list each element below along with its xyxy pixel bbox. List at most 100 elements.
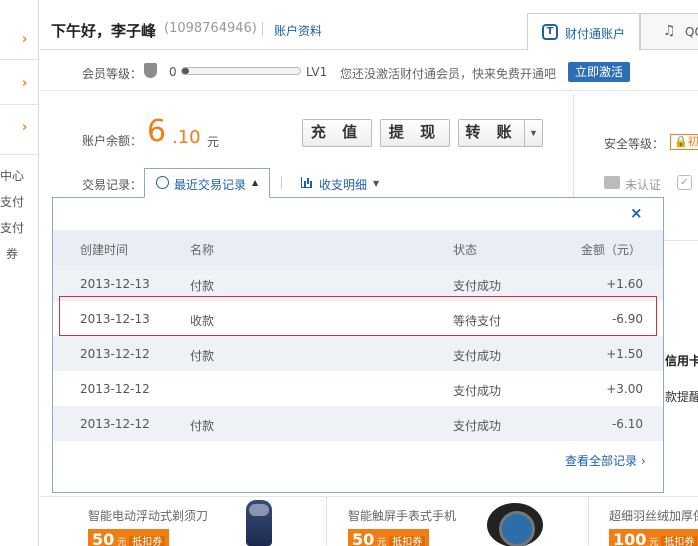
activate-button[interactable]: 立即激活 [568, 62, 630, 82]
chevron-right-icon[interactable]: › [22, 120, 27, 135]
balance-integer: 6 [147, 114, 167, 149]
table-row[interactable]: 2013-12-12 付款 支付成功 -6.10 [53, 406, 663, 441]
row-date: 2013-12-13 [80, 277, 150, 291]
row-name: 收款 [190, 314, 215, 328]
divider [281, 176, 282, 189]
member-level-row: 会员等级： 0 LV1 您还没激活财付通会员，快来免费开通吧 立即激活 [40, 51, 698, 91]
promo-price: 50 [92, 530, 115, 546]
table-row[interactable]: 2013-12-13 付款 支付成功 +1.60 [53, 266, 663, 301]
promo-price: 50 [352, 530, 375, 546]
divider [0, 154, 38, 155]
row-status: 支付成功 [453, 279, 502, 293]
divider [573, 95, 574, 205]
qq-icon: ♫ [663, 23, 676, 39]
promotions-bar: 智能电动浮动式剃须刀 50 元抵扣券 智能触屏手表式手机 50 元抵扣券 超细羽丝绒… [40, 496, 698, 546]
balance-decimal: .10 [172, 127, 201, 148]
transfer-button[interactable]: 转 账 [458, 119, 525, 147]
promo-item[interactable]: 智能触屏手表式手机 50 元抵扣券 [348, 497, 608, 546]
watch-phone-image[interactable] [487, 503, 543, 546]
tab-qq[interactable]: ♫ QQ [640, 13, 698, 50]
row-name: 付款 [190, 279, 215, 293]
greeting-text: 下午好，李子峰 [51, 22, 157, 40]
sidebar-item[interactable]: 中心 [0, 167, 38, 184]
promo-unit: 元 [649, 538, 659, 546]
withdraw-button[interactable]: 提 现 [380, 119, 450, 147]
auth-status[interactable]: 未认证 [625, 176, 661, 193]
close-icon[interactable]: × [630, 204, 643, 222]
records-label: 交易记录： [82, 178, 143, 192]
divider [0, 59, 38, 60]
row-status: 支付成功 [453, 384, 502, 398]
row-amount: -6.10 [611, 417, 643, 431]
security-level-label: 安全等级： [604, 137, 665, 151]
table-row[interactable]: 2013-12-12 付款 支付成功 +1.50 [53, 336, 663, 371]
promo-coupon: 抵扣券 [389, 536, 426, 546]
promo-price-badge[interactable]: 100 元抵扣券 [609, 529, 698, 546]
caret-down-icon[interactable]: ▼ [373, 179, 379, 188]
table-header: 创建时间 名称 状态 金额（元） [53, 230, 663, 266]
table-row[interactable]: 2013-12-13 收款 等待支付 -6.90 [53, 301, 663, 336]
promo-title[interactable]: 超细羽丝绒加厚保 [609, 507, 698, 524]
id-card-icon [604, 176, 620, 189]
transfer-dropdown-icon[interactable]: ▼ [524, 119, 543, 147]
security-level-value: 初 [687, 135, 698, 148]
shaver-image[interactable] [246, 500, 272, 546]
row-name: 付款 [190, 419, 215, 433]
tab-label: 最近交易记录 [174, 178, 247, 192]
promo-price-badge[interactable]: 50 元抵扣券 [348, 529, 430, 546]
tab-income-expense[interactable]: 收支明细 [319, 176, 367, 193]
sidebar-item[interactable]: 券 [6, 245, 44, 262]
row-amount: +1.50 [606, 347, 643, 361]
promo-price-badge[interactable]: 50 元抵扣券 [88, 529, 170, 546]
level-progress-fill [182, 68, 190, 74]
promo-price: 100 [613, 530, 647, 546]
promo-unit: 元 [377, 538, 387, 546]
divider [664, 240, 698, 241]
tab-label: 财付通账户 [565, 27, 626, 41]
level-progress-bar [181, 67, 301, 75]
row-date: 2013-12-12 [80, 382, 150, 396]
promo-title[interactable]: 智能电动浮动式剃须刀 [88, 507, 208, 524]
row-amount: -6.90 [611, 312, 643, 326]
column-header-status: 状态 [453, 243, 478, 257]
left-sidebar: › › › 中心 支付 支付 券 [0, 0, 39, 546]
shield-icon [144, 63, 157, 78]
sidebar-item[interactable]: 支付 [0, 219, 38, 236]
promo-item[interactable]: 智能电动浮动式剃须刀 50 元抵扣券 [88, 497, 348, 546]
row-status: 支付成功 [453, 349, 502, 363]
view-all-records-link[interactable]: 查看全部记录 › [565, 452, 646, 469]
level-next: LV1 [306, 65, 328, 79]
account-id: (1098764946) [164, 21, 257, 36]
caret-up-icon: ▲ [252, 178, 259, 187]
row-amount: +3.00 [606, 382, 643, 396]
chevron-right-icon[interactable]: › [22, 32, 27, 47]
recent-records-panel: × 创建时间 名称 状态 金额（元） 2013-12-13 付款 支付成功 +1… [52, 197, 664, 493]
row-amount: +1.60 [606, 277, 643, 291]
check-icon[interactable]: ✓ [677, 175, 692, 190]
tab-tenpay-account[interactable]: T 财付通账户 [527, 13, 640, 51]
recharge-button[interactable]: 充 值 [302, 119, 372, 147]
table-row[interactable]: 2013-12-12 支付成功 +3.00 [53, 371, 663, 406]
level-start: 0 [169, 65, 177, 79]
clock-icon [156, 176, 169, 189]
promo-item[interactable]: 超细羽丝绒加厚保 100 元抵扣券 [609, 497, 698, 546]
balance-unit: 元 [207, 135, 220, 149]
divider [262, 22, 263, 36]
tenpay-icon: T [542, 24, 558, 40]
column-header-date: 创建时间 [80, 243, 129, 257]
balance-label: 账户余额： [82, 134, 143, 148]
repayment-reminder[interactable]: 款提醒 [665, 388, 698, 405]
row-name: 付款 [190, 349, 215, 363]
tab-label: QQ [685, 25, 698, 39]
chevron-right-icon[interactable]: › [22, 76, 27, 91]
profile-link[interactable]: 账户资料 [274, 22, 322, 39]
row-status: 等待支付 [453, 314, 502, 328]
column-header-name: 名称 [190, 243, 215, 257]
row-date: 2013-12-12 [80, 417, 150, 431]
divider [0, 104, 38, 105]
row-status: 支付成功 [453, 419, 502, 433]
promo-title[interactable]: 智能触屏手表式手机 [348, 507, 456, 524]
tab-recent-records[interactable]: 最近交易记录 ▲ [144, 168, 270, 198]
credit-card-title[interactable]: 信用卡 [665, 352, 698, 369]
sidebar-item[interactable]: 支付 [0, 193, 38, 210]
